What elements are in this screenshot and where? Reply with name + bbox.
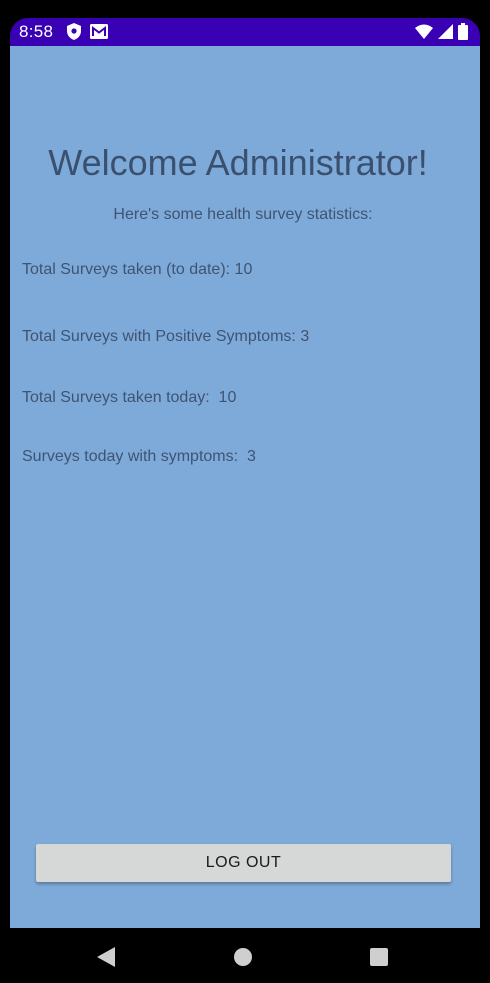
stat-today-with-symptoms: Surveys today with symptoms: 3 [22, 448, 256, 465]
recents-icon[interactable] [370, 948, 388, 971]
signal-icon [438, 24, 453, 44]
wifi-icon [415, 24, 433, 44]
status-time: 8:58 [19, 22, 54, 41]
shield-icon [67, 23, 81, 45]
battery-icon [458, 23, 468, 45]
navigation-bar [0, 928, 490, 983]
phone-frame: 8:58 Welcome Administrator! Here's some … [0, 0, 490, 983]
stat-total-surveys: Total Surveys taken (to date): 10 [22, 261, 253, 278]
logout-button[interactable]: LOG OUT [36, 844, 451, 882]
page-title: Welcome Administrator! [48, 142, 428, 183]
stat-positive-symptoms: Total Surveys with Positive Symptoms: 3 [22, 328, 310, 345]
main-screen: Welcome Administrator! Here's some healt… [10, 46, 480, 928]
back-icon[interactable] [97, 947, 115, 972]
status-left-icons [67, 23, 108, 45]
status-right-icons [415, 23, 468, 45]
stat-surveys-today: Total Surveys taken today: 10 [22, 389, 237, 406]
status-bar: 8:58 [10, 18, 480, 46]
page-subtitle: Here's some health survey statistics: [113, 206, 373, 223]
home-icon[interactable] [234, 948, 252, 971]
gmail-icon [90, 24, 108, 44]
